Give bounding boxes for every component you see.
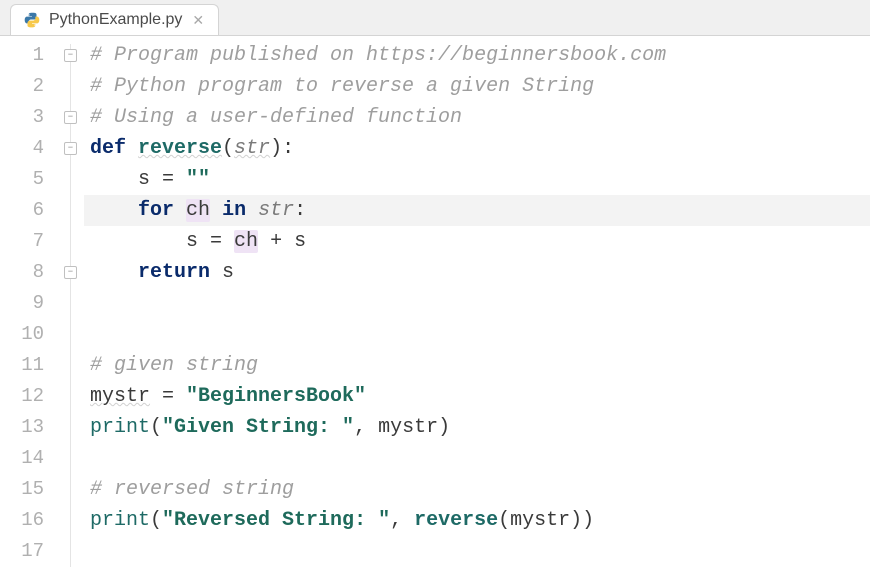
code-token: return bbox=[138, 261, 222, 284]
tab-bar: PythonExample.py ✕ bbox=[0, 0, 870, 36]
file-tab-label: PythonExample.py bbox=[49, 11, 182, 29]
code-token: # Python program to reverse a given Stri… bbox=[90, 75, 594, 98]
code-token: , bbox=[390, 509, 414, 532]
close-tab-button[interactable]: ✕ bbox=[190, 12, 206, 29]
line-number: 11 bbox=[0, 350, 58, 381]
code-line[interactable]: # Python program to reverse a given Stri… bbox=[84, 71, 870, 102]
code-line[interactable] bbox=[84, 536, 870, 567]
code-token: print bbox=[90, 509, 150, 532]
line-number: 8 bbox=[0, 257, 58, 288]
code-token: = bbox=[162, 168, 186, 191]
file-tab[interactable]: PythonExample.py ✕ bbox=[10, 4, 219, 35]
code-token: : bbox=[294, 199, 306, 222]
fold-open-icon[interactable]: − bbox=[64, 49, 77, 62]
code-line[interactable]: def reverse(str): bbox=[84, 133, 870, 164]
code-token: ( bbox=[150, 509, 162, 532]
line-number: 9 bbox=[0, 288, 58, 319]
code-token: for bbox=[138, 199, 186, 222]
code-token: "Reversed String: " bbox=[162, 509, 390, 532]
line-number-gutter: 1234567891011121314151617 bbox=[0, 36, 58, 567]
fold-open-icon[interactable]: − bbox=[64, 142, 77, 155]
code-token: s bbox=[90, 230, 210, 253]
line-number: 17 bbox=[0, 536, 58, 567]
code-token: ch bbox=[186, 199, 210, 222]
line-number: 5 bbox=[0, 164, 58, 195]
code-token: = bbox=[210, 230, 234, 253]
code-token bbox=[90, 261, 138, 284]
code-token: def bbox=[90, 137, 138, 160]
code-token: str bbox=[234, 137, 270, 160]
code-token: + s bbox=[258, 230, 306, 253]
code-token: mystr bbox=[90, 385, 150, 408]
line-number: 4 bbox=[0, 133, 58, 164]
code-token: # Using a user-defined function bbox=[90, 106, 462, 129]
line-number: 3 bbox=[0, 102, 58, 133]
code-token: print bbox=[90, 416, 150, 439]
code-area[interactable]: # Program published on https://beginners… bbox=[84, 36, 870, 567]
code-line[interactable]: for ch in str: bbox=[84, 195, 870, 226]
line-number: 1 bbox=[0, 40, 58, 71]
code-line[interactable]: print("Reversed String: ", reverse(mystr… bbox=[84, 505, 870, 536]
code-token: , mystr) bbox=[354, 416, 450, 439]
line-number: 2 bbox=[0, 71, 58, 102]
code-line[interactable] bbox=[84, 319, 870, 350]
line-number: 16 bbox=[0, 505, 58, 536]
code-token: "BeginnersBook" bbox=[186, 385, 366, 408]
line-number: 7 bbox=[0, 226, 58, 257]
code-token: (mystr)) bbox=[498, 509, 594, 532]
line-number: 6 bbox=[0, 195, 58, 226]
code-line[interactable]: s = ch + s bbox=[84, 226, 870, 257]
code-token: "Given String: " bbox=[162, 416, 354, 439]
code-line[interactable]: s = "" bbox=[84, 164, 870, 195]
code-token: "" bbox=[186, 168, 210, 191]
code-token: = bbox=[150, 385, 186, 408]
fold-column: − − − − bbox=[58, 36, 84, 567]
code-token: # Program published on https://beginners… bbox=[90, 44, 666, 67]
code-editor[interactable]: 1234567891011121314151617 −−−− # Program… bbox=[0, 36, 870, 567]
code-token: in bbox=[222, 199, 258, 222]
code-token: s bbox=[90, 168, 162, 191]
line-number: 12 bbox=[0, 381, 58, 412]
fold-close-icon[interactable]: − bbox=[64, 111, 77, 124]
fold-close-icon[interactable]: − bbox=[64, 266, 77, 279]
code-token: reverse bbox=[414, 509, 498, 532]
code-token bbox=[90, 199, 138, 222]
code-token bbox=[210, 199, 222, 222]
code-token: # given string bbox=[90, 354, 258, 377]
code-line[interactable]: mystr = "BeginnersBook" bbox=[84, 381, 870, 412]
code-token: ( bbox=[150, 416, 162, 439]
line-number: 15 bbox=[0, 474, 58, 505]
code-token: ch bbox=[234, 230, 258, 253]
code-token: ): bbox=[270, 137, 294, 160]
code-line[interactable]: # Using a user-defined function bbox=[84, 102, 870, 133]
code-token: # reversed string bbox=[90, 478, 294, 501]
code-line[interactable]: # given string bbox=[84, 350, 870, 381]
code-line[interactable] bbox=[84, 288, 870, 319]
code-token: s bbox=[222, 261, 234, 284]
code-token: ( bbox=[222, 137, 234, 160]
code-token: reverse bbox=[138, 137, 222, 160]
code-line[interactable]: return s bbox=[84, 257, 870, 288]
line-number: 13 bbox=[0, 412, 58, 443]
line-number: 10 bbox=[0, 319, 58, 350]
line-number: 14 bbox=[0, 443, 58, 474]
code-token: str bbox=[258, 199, 294, 222]
code-line[interactable]: print("Given String: ", mystr) bbox=[84, 412, 870, 443]
code-line[interactable] bbox=[84, 443, 870, 474]
code-line[interactable]: # Program published on https://beginners… bbox=[84, 40, 870, 71]
code-line[interactable]: # reversed string bbox=[84, 474, 870, 505]
python-file-icon bbox=[23, 11, 41, 29]
